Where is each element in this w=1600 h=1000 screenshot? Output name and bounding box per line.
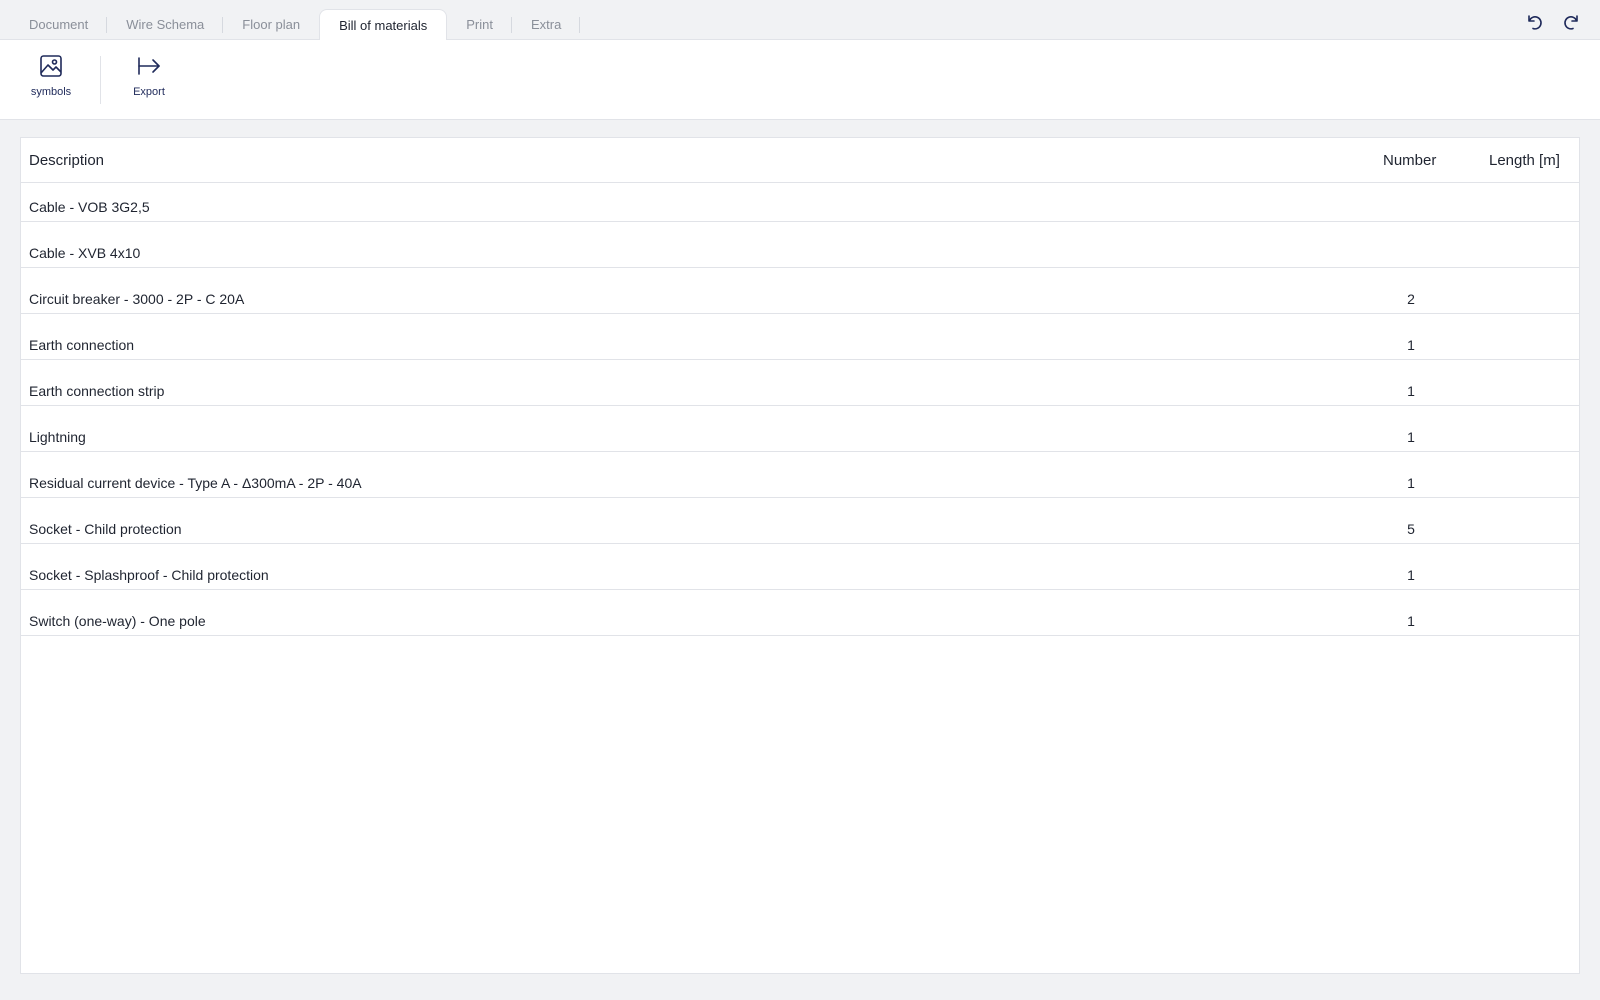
cell-description: Socket - Splashproof - Child protection	[29, 567, 269, 583]
export-button[interactable]: Export	[124, 52, 174, 108]
export-label: Export	[133, 86, 165, 98]
toolbar-divider	[100, 56, 101, 104]
cell-description: Cable - XVB 4x10	[29, 245, 141, 261]
tab-print[interactable]: Print	[447, 9, 512, 40]
tab-floor-plan[interactable]: Floor plan	[223, 9, 319, 40]
cell-description: Earth connection strip	[29, 383, 165, 399]
tab-list: Document Wire Schema Floor plan Bill of …	[10, 9, 581, 41]
undo-redo-group	[1522, 10, 1584, 34]
cell-description: Socket - Child protection	[29, 521, 182, 537]
cell-description: Lightning	[29, 429, 86, 445]
cell-number: 1	[1407, 475, 1415, 491]
cell-number: 2	[1407, 291, 1415, 307]
cell-number: 1	[1407, 337, 1415, 353]
tab-bar: Document Wire Schema Floor plan Bill of …	[0, 0, 1600, 41]
table-row[interactable]: Socket - Splashproof - Child protection …	[21, 544, 1579, 590]
tab-document[interactable]: Document	[10, 9, 108, 40]
redo-icon[interactable]	[1560, 10, 1584, 34]
cell-description: Circuit breaker - 3000 - 2P - C 20A	[29, 291, 245, 307]
table-header: Description Number Length [m]	[21, 138, 1579, 183]
tab-bill-of-materials[interactable]: Bill of materials	[319, 9, 448, 41]
tab-extra[interactable]: Extra	[512, 9, 581, 40]
cell-description: Cable - VOB 3G2,5	[29, 199, 150, 215]
table-body: Cable - VOB 3G2,5 Cable - XVB 4x10 Circu…	[21, 183, 1579, 636]
cell-description: Switch (one-way) - One pole	[29, 613, 206, 629]
header-length[interactable]: Length [m]	[1489, 152, 1560, 169]
table-row[interactable]: Socket - Child protection 5	[21, 498, 1579, 544]
table-row[interactable]: Cable - XVB 4x10	[21, 222, 1579, 268]
cell-number: 1	[1407, 613, 1415, 629]
cell-number: 1	[1407, 383, 1415, 399]
cell-number: 1	[1407, 429, 1415, 445]
undo-icon[interactable]	[1522, 10, 1546, 34]
table-row[interactable]: Residual current device - Type A - Δ300m…	[21, 452, 1579, 498]
table-row[interactable]: Lightning 1	[21, 406, 1579, 452]
cell-number: 1	[1407, 567, 1415, 583]
cell-description: Residual current device - Type A - Δ300m…	[29, 475, 362, 491]
symbols-button[interactable]: symbols	[24, 52, 78, 108]
symbols-label: symbols	[30, 86, 72, 98]
table-row[interactable]: Earth connection strip 1	[21, 360, 1579, 406]
cell-number: 5	[1407, 521, 1415, 537]
bill-of-materials-table: Description Number Length [m] Cable - VO…	[20, 137, 1580, 974]
export-arrow-icon	[135, 52, 163, 80]
tab-wire-schema[interactable]: Wire Schema	[107, 9, 224, 40]
table-row[interactable]: Cable - VOB 3G2,5	[21, 183, 1579, 222]
cell-description: Earth connection	[29, 337, 135, 353]
image-icon	[37, 52, 65, 80]
table-row[interactable]: Circuit breaker - 3000 - 2P - C 20A 2	[21, 268, 1579, 314]
table-row[interactable]: Earth connection 1	[21, 314, 1579, 360]
table-row[interactable]: Switch (one-way) - One pole 1	[21, 590, 1579, 636]
toolbar: symbols Export	[0, 40, 1600, 120]
header-description[interactable]: Description	[29, 152, 104, 169]
header-number[interactable]: Number	[1383, 152, 1436, 169]
